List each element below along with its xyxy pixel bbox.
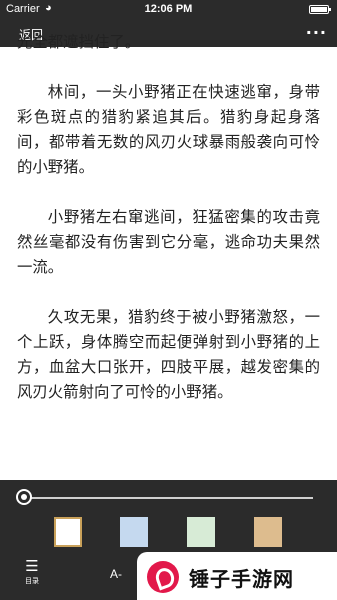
- toc-button[interactable]: ☰ 目录: [17, 558, 47, 594]
- progress-slider-track[interactable]: [25, 497, 313, 499]
- hammer-logo-icon: [147, 561, 179, 593]
- paragraph: 光全都遮挡住了。: [17, 33, 141, 51]
- paragraph: 林间，一头小野猪正在快速逃窜，身带彩色斑点的猎豹紧追其后。猎豹身起身落间，都带着…: [17, 83, 320, 176]
- paragraph: 久攻无果，猎豹终于被小野猪激怒，一个上跃，身体腾空而起便弹射到小野猪的上方，血盆…: [17, 308, 320, 401]
- paragraph: 小野猪左右窜逃间，狂猛密集的攻击竟然丝毫都没有伤害到它分毫，逃命功夫果然一流。: [17, 208, 320, 276]
- status-bar: Carrier ◕ 12:06 PM: [0, 0, 337, 20]
- theme-swatch-white[interactable]: [54, 517, 82, 547]
- chapter-text: 光全都遮挡住了。 林间，一头小野猪正在快速逃窜，身带彩色斑点的猎豹紧追其后。猎豹…: [17, 30, 320, 430]
- list-icon: ☰: [25, 557, 39, 575]
- theme-swatch-green[interactable]: [187, 517, 215, 547]
- watermark-text: 锤子手游网: [189, 567, 294, 591]
- font-decrease-button[interactable]: A-: [110, 567, 122, 581]
- theme-swatch-blue[interactable]: [120, 517, 148, 547]
- watermark: 锤子手游网: [137, 552, 337, 600]
- status-time: 12:06 PM: [144, 3, 193, 15]
- theme-swatch-tan[interactable]: [254, 517, 282, 547]
- battery-icon: [309, 5, 331, 14]
- progress-slider-thumb[interactable]: [16, 489, 32, 505]
- toc-label: 目录: [25, 577, 39, 585]
